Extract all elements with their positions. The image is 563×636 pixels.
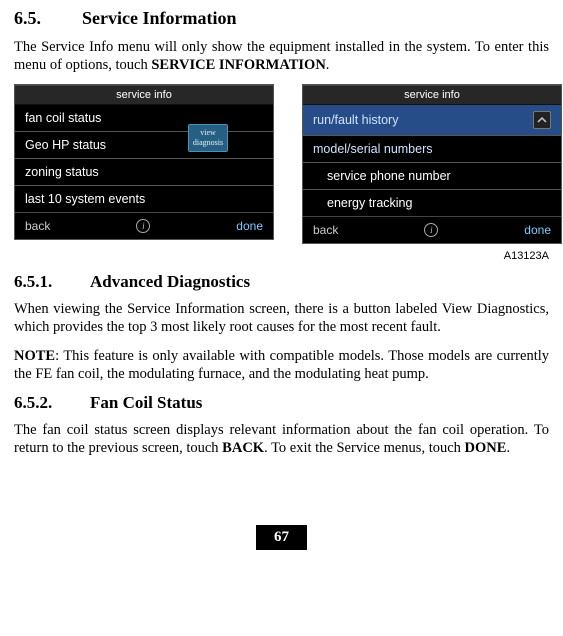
list-item[interactable]: last 10 system events bbox=[15, 186, 273, 212]
figure-label: A13123A bbox=[14, 250, 549, 262]
screen-title: service info bbox=[15, 85, 273, 105]
chevron-up-icon[interactable] bbox=[533, 111, 551, 129]
back-keyword: BACK bbox=[222, 440, 264, 456]
done-button[interactable]: done bbox=[236, 219, 263, 233]
list-item[interactable]: model/serial numbers bbox=[303, 136, 561, 163]
list-item[interactable]: run/fault history bbox=[303, 105, 561, 136]
page-number: 67 bbox=[256, 525, 307, 550]
done-keyword: DONE bbox=[465, 440, 507, 456]
done-button[interactable]: done bbox=[524, 223, 551, 237]
subsection-number: 6.5.1. bbox=[14, 272, 90, 292]
list-item[interactable]: zoning status bbox=[15, 159, 273, 186]
note-label: NOTE bbox=[14, 348, 55, 364]
screen-title: service info bbox=[303, 85, 561, 105]
subsection-heading: 6.5.2.Fan Coil Status bbox=[14, 393, 549, 413]
list-item[interactable]: Geo HP status bbox=[15, 132, 273, 159]
view-diagnosis-button[interactable]: viewdiagnosis bbox=[188, 124, 228, 152]
section-title: Service Information bbox=[82, 8, 236, 28]
advanced-diagnostics-paragraph: When viewing the Service Information scr… bbox=[14, 300, 549, 336]
service-info-screen-right: service info run/fault history model/ser… bbox=[302, 84, 562, 244]
info-icon[interactable]: i bbox=[424, 223, 438, 237]
subsection-heading: 6.5.1.Advanced Diagnostics bbox=[14, 272, 549, 292]
section-heading: 6.5.Service Information bbox=[14, 8, 549, 29]
note-paragraph: NOTE: This feature is only available wit… bbox=[14, 347, 549, 383]
service-info-keyword: SERVICE INFORMATION bbox=[151, 57, 325, 73]
back-button[interactable]: back bbox=[25, 219, 50, 233]
fan-coil-paragraph: The fan coil status screen displays rele… bbox=[14, 421, 549, 457]
subsection-number: 6.5.2. bbox=[14, 393, 90, 413]
subsection-title: Advanced Diagnostics bbox=[90, 272, 250, 291]
service-info-screen-left: service info fan coil status Geo HP stat… bbox=[14, 84, 274, 240]
back-button[interactable]: back bbox=[313, 223, 338, 237]
list-item[interactable]: fan coil status bbox=[15, 105, 273, 132]
info-icon[interactable]: i bbox=[136, 219, 150, 233]
list-item[interactable]: energy tracking bbox=[303, 190, 561, 216]
list-item[interactable]: service phone number bbox=[303, 163, 561, 190]
subsection-title: Fan Coil Status bbox=[90, 393, 202, 412]
section-number: 6.5. bbox=[14, 8, 82, 29]
intro-paragraph: The Service Info menu will only show the… bbox=[14, 38, 549, 74]
